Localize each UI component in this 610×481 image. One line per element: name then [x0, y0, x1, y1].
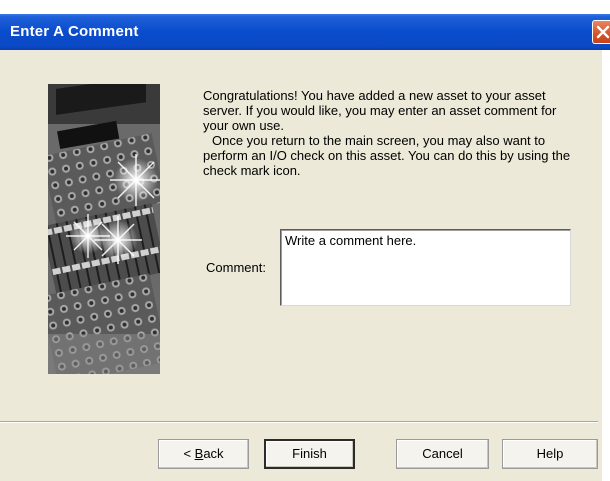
- comment-label: Comment:: [206, 260, 266, 275]
- finish-button[interactable]: Finish: [264, 439, 355, 469]
- message-paragraph-1: Congratulations! You have added a new as…: [203, 88, 557, 133]
- button-separator: [0, 421, 598, 423]
- top-strip: [0, 0, 610, 14]
- wizard-picture: [48, 84, 160, 374]
- close-button[interactable]: [592, 20, 610, 44]
- help-button[interactable]: Help: [502, 439, 598, 469]
- cancel-button[interactable]: Cancel: [396, 439, 489, 469]
- comment-input[interactable]: Write a comment here.: [280, 229, 571, 306]
- close-icon: [596, 25, 610, 39]
- right-edge: [602, 50, 610, 481]
- back-prefix: <: [183, 446, 195, 461]
- title-bar[interactable]: Enter A Comment: [0, 14, 610, 50]
- wizard-dialog: Enter A Comment Congratulations! You hav…: [0, 0, 610, 481]
- window-title: Enter A Comment: [10, 23, 139, 40]
- wizard-message: Congratulations! You have added a new as…: [203, 88, 583, 178]
- back-rest: ack: [203, 446, 224, 461]
- message-paragraph-2: Once you return to the main screen, you …: [203, 133, 571, 178]
- back-button[interactable]: < Back: [158, 439, 249, 469]
